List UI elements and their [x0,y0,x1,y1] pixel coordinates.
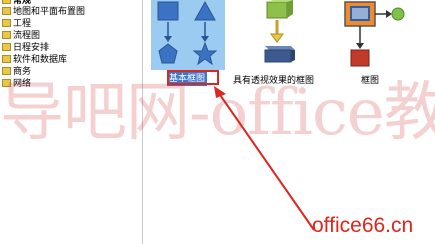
template-thumbnail [151,0,225,70]
category-item-maps[interactable]: 地图和平面布置图 [2,6,86,18]
template-label: 具有透视效果的框图 [233,76,315,86]
category-item-label: 软件和数据库 [13,55,68,65]
perspective-block-icon [264,0,295,63]
basic-shapes-icon [157,0,218,66]
category-item-label: 地图和平面布置图 [13,7,86,17]
folder-icon [2,6,11,15]
category-item-label: 网络 [13,79,32,89]
category-item-business[interactable]: 商务 [2,66,32,78]
folder-icon [2,30,11,39]
category-item-schedule[interactable]: 日程安排 [2,42,50,54]
category-item-label: 日程安排 [13,43,50,53]
folder-icon [2,78,11,87]
category-header-label: 常规 [13,0,32,6]
template-block-diagram[interactable]: 框图 [343,0,405,90]
template-basic-block-diagram[interactable]: 基本框图 [151,0,227,90]
folder-icon [2,42,11,51]
folder-icon [2,66,11,75]
template-perspective-block-diagram[interactable]: 具有透视效果的框图 [233,0,329,90]
folder-icon [2,0,11,4]
category-item-engineering[interactable]: 工程 [2,18,32,30]
category-item-label: 流程图 [13,31,41,41]
category-item-flowchart[interactable]: 流程图 [2,30,41,42]
folder-icon [2,18,11,27]
category-item-network[interactable]: 网络 [2,78,32,90]
category-item-software-db[interactable]: 软件和数据库 [2,54,68,66]
block-diagram-icon [344,1,405,67]
site-watermark-label: office66.cn [312,214,414,237]
category-item-label: 工程 [13,19,32,29]
template-label: 框图 [361,76,380,86]
category-list: 常规 地图和平面布置图 工程 流程图 日程安排 软件和数据库 商务 网络 [0,0,143,244]
folder-icon [2,54,11,63]
category-item-label: 商务 [13,67,32,77]
template-gallery: 基本框图 具有透视效果的框图 框图 [143,0,435,244]
template-label: 基本框图 [165,71,209,87]
